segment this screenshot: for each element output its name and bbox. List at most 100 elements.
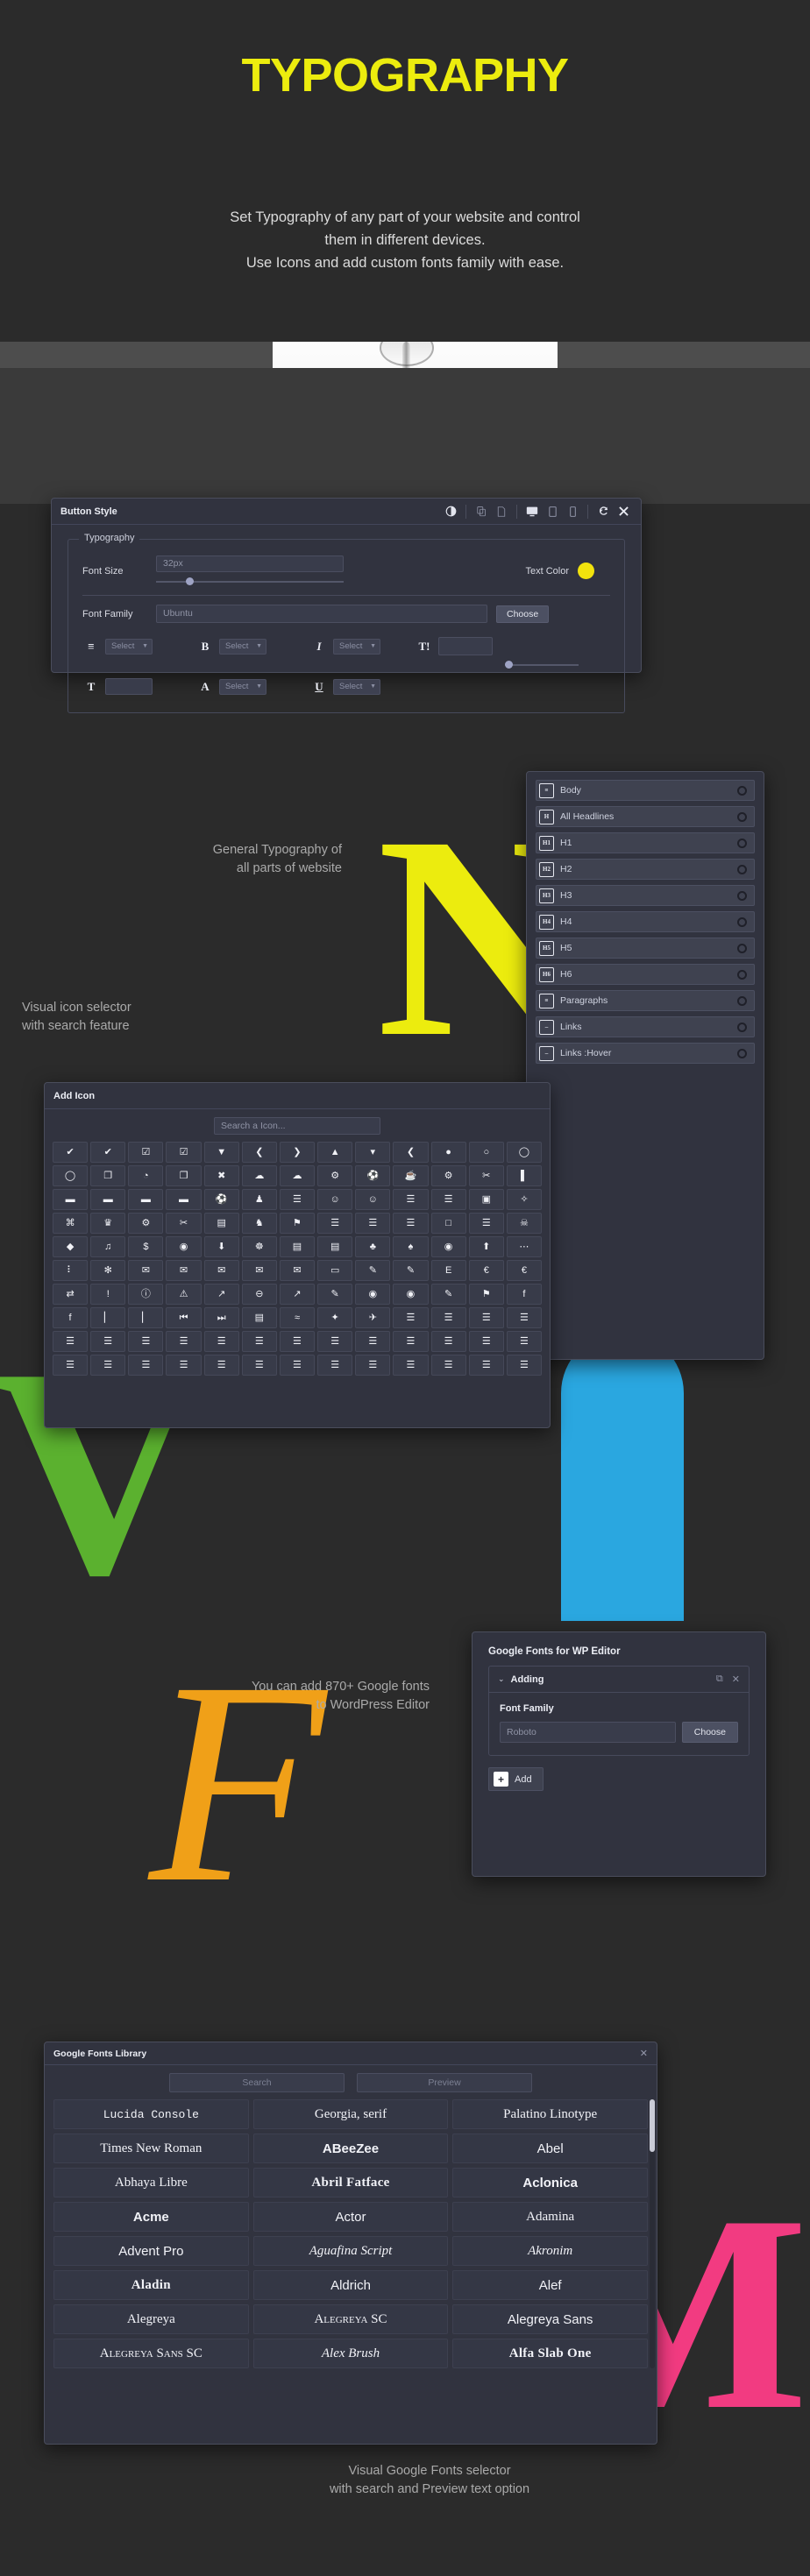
icon-grid-cell[interactable]: ⚙ bbox=[317, 1165, 353, 1186]
icon-grid-cell[interactable]: ◯ bbox=[506, 1142, 542, 1163]
icon-grid-cell[interactable]: ! bbox=[90, 1284, 126, 1305]
font-list-item[interactable]: Alef bbox=[452, 2270, 648, 2300]
typography-list-item-radio[interactable] bbox=[737, 916, 747, 927]
font-list-item[interactable]: Adamina bbox=[452, 2202, 648, 2232]
icon-grid-cell[interactable]: ▌ bbox=[506, 1165, 542, 1186]
icon-grid-cell[interactable]: ☑ bbox=[166, 1142, 202, 1163]
font-size-slider-knob[interactable] bbox=[186, 577, 195, 585]
icon-grid-cell[interactable]: ▤ bbox=[279, 1236, 316, 1257]
typography-list-item-radio[interactable] bbox=[737, 785, 747, 796]
typography-list-item-radio[interactable] bbox=[737, 1048, 747, 1058]
icon-grid-cell[interactable]: € bbox=[468, 1260, 504, 1281]
icon-grid-cell[interactable]: ⓘ bbox=[128, 1284, 164, 1305]
icon-grid-cell[interactable]: ✔ bbox=[53, 1142, 89, 1163]
icon-grid-cell[interactable]: ✂ bbox=[468, 1165, 504, 1186]
letter-spacing-input[interactable] bbox=[105, 678, 153, 695]
font-family-choose-button[interactable]: Choose bbox=[496, 605, 550, 623]
icon-grid-cell[interactable]: ⚽ bbox=[355, 1165, 391, 1186]
duplicate-icon[interactable]: ⧉ bbox=[716, 1674, 723, 1685]
gf-add-button[interactable]: + Add bbox=[488, 1767, 544, 1791]
font-list-item[interactable]: Times New Roman bbox=[53, 2134, 249, 2163]
icon-grid-cell[interactable]: ⋯ bbox=[506, 1236, 542, 1257]
icon-grid-cell[interactable]: ▤ bbox=[241, 1307, 277, 1328]
icon-grid-cell[interactable]: ☰ bbox=[241, 1331, 277, 1352]
text-align-select[interactable]: Select ▼ bbox=[105, 638, 153, 655]
icon-grid-cell[interactable]: ⚙ bbox=[430, 1165, 466, 1186]
typography-list-item[interactable]: ≡ Body bbox=[536, 780, 755, 801]
typography-list-item-radio[interactable] bbox=[737, 838, 747, 848]
line-height-slider[interactable] bbox=[505, 661, 579, 669]
icon-grid-cell[interactable]: ☰ bbox=[506, 1355, 542, 1376]
typography-list-item-radio[interactable] bbox=[737, 943, 747, 953]
icon-grid-cell[interactable]: ✉ bbox=[241, 1260, 277, 1281]
icon-grid-cell[interactable]: ☰ bbox=[166, 1331, 202, 1352]
icon-grid-cell[interactable]: ⬆ bbox=[468, 1236, 504, 1257]
icon-grid-cell[interactable]: ❯ bbox=[279, 1142, 316, 1163]
typography-list-item[interactable]: H6 H6 bbox=[536, 964, 755, 985]
icon-grid-cell[interactable]: ⏮ bbox=[166, 1307, 202, 1328]
gf-library-scrollbar[interactable] bbox=[650, 2099, 655, 2368]
icon-grid-cell[interactable]: ⚑ bbox=[468, 1284, 504, 1305]
font-list-item[interactable]: Alegreya Sans bbox=[452, 2304, 648, 2334]
typography-list-item-radio[interactable] bbox=[737, 811, 747, 822]
font-list-item[interactable]: Alex Brush bbox=[252, 2339, 449, 2368]
typography-list-item[interactable]: H All Headlines bbox=[536, 806, 755, 827]
gf-adding-card-actions[interactable]: ⧉ ✕ bbox=[716, 1674, 740, 1685]
font-list-item[interactable]: Aldrich bbox=[252, 2270, 449, 2300]
font-list-item[interactable]: Alegreya SC bbox=[252, 2304, 449, 2334]
icon-grid-cell[interactable]: ⠇ bbox=[53, 1260, 89, 1281]
icon-grid-cell[interactable]: ≈ bbox=[279, 1307, 316, 1328]
icon-grid-cell[interactable]: ☰ bbox=[393, 1331, 429, 1352]
icon-grid-cell[interactable]: ▬ bbox=[128, 1189, 164, 1210]
font-list-item[interactable]: Georgia, serif bbox=[252, 2099, 449, 2129]
icon-grid-cell[interactable]: ◉ bbox=[430, 1236, 466, 1257]
icon-grid-cell[interactable]: ☰ bbox=[430, 1355, 466, 1376]
icon-grid-cell[interactable]: ☰ bbox=[506, 1307, 542, 1328]
icon-grid-cell[interactable]: ⌘ bbox=[53, 1213, 89, 1234]
gf-font-family-input[interactable]: Roboto bbox=[500, 1722, 676, 1743]
icon-grid-cell[interactable]: ☰ bbox=[241, 1355, 277, 1376]
icon-grid-cell[interactable]: ✈ bbox=[355, 1307, 391, 1328]
icon-grid-cell[interactable]: ▲ bbox=[317, 1142, 353, 1163]
font-list-item[interactable]: Akronim bbox=[452, 2236, 648, 2266]
icon-grid-cell[interactable]: ◆ bbox=[53, 1236, 89, 1257]
gf-adding-card-header[interactable]: ⌄ Adding ⧉ ✕ bbox=[489, 1667, 749, 1693]
icon-grid-cell[interactable]: ❐ bbox=[166, 1165, 202, 1186]
icon-grid-cell[interactable]: ☰ bbox=[430, 1189, 466, 1210]
icon-grid-cell[interactable]: ☰ bbox=[128, 1331, 164, 1352]
icon-grid-cell[interactable]: ☰ bbox=[203, 1331, 239, 1352]
icon-grid-cell[interactable]: ○ bbox=[468, 1142, 504, 1163]
icon-grid-cell[interactable]: ⚽ bbox=[203, 1189, 239, 1210]
typography-list-item[interactable]: H2 H2 bbox=[536, 859, 755, 880]
icon-grid-cell[interactable]: ✉ bbox=[203, 1260, 239, 1281]
typography-list-item-radio[interactable] bbox=[737, 890, 747, 901]
icon-grid-cell[interactable]: ◉ bbox=[166, 1236, 202, 1257]
icon-grid-cell[interactable]: ☰ bbox=[355, 1355, 391, 1376]
icon-grid-cell[interactable]: ☰ bbox=[393, 1213, 429, 1234]
icon-grid-cell[interactable]: ◔ bbox=[128, 1165, 164, 1186]
gf-library-preview-input[interactable]: Preview bbox=[357, 2073, 532, 2092]
font-list-item[interactable]: Aladin bbox=[53, 2270, 249, 2300]
icon-grid-cell[interactable]: ◯ bbox=[53, 1165, 89, 1186]
icon-grid-cell[interactable]: ⚑ bbox=[279, 1213, 316, 1234]
icon-grid-cell[interactable]: ✎ bbox=[355, 1260, 391, 1281]
typography-sections-panel[interactable]: ≡ Body H All Headlines H1 H1 H2 H2 H3 H3 H4 H4 H5 H5 H… bbox=[526, 771, 764, 1360]
close-icon[interactable]: ✕ bbox=[640, 2048, 648, 2059]
underline-icon[interactable]: U bbox=[310, 680, 328, 694]
icon-grid-cell[interactable]: ☰ bbox=[393, 1307, 429, 1328]
icon-grid-cell[interactable]: ✉ bbox=[279, 1260, 316, 1281]
text-color-swatch[interactable] bbox=[578, 563, 594, 579]
text-align-icon[interactable]: ≡ bbox=[82, 640, 100, 654]
add-icon-dialog[interactable]: Add Icon Search a Icon... ✔ ✔ ☑ ☑ ▼ ❮ ❯ ▲ ▾ ❮ ● ○ ◯ ◯… bbox=[44, 1082, 551, 1428]
typography-list-item[interactable]: – Links bbox=[536, 1016, 755, 1037]
button-style-toolbar[interactable] bbox=[442, 503, 632, 520]
icon-grid-cell[interactable]: ✖ bbox=[203, 1165, 239, 1186]
icon-grid-cell[interactable]: ↗ bbox=[203, 1284, 239, 1305]
typography-list-item-radio[interactable] bbox=[737, 864, 747, 874]
bold-icon[interactable]: B bbox=[196, 640, 214, 654]
icon-grid-cell[interactable]: ☺ bbox=[317, 1189, 353, 1210]
icon-grid-cell[interactable]: ☰ bbox=[90, 1331, 126, 1352]
icon-grid-cell[interactable]: ▤ bbox=[317, 1236, 353, 1257]
font-style-select[interactable]: Select ▼ bbox=[333, 638, 380, 655]
font-weight-select[interactable]: Select ▼ bbox=[219, 638, 266, 655]
